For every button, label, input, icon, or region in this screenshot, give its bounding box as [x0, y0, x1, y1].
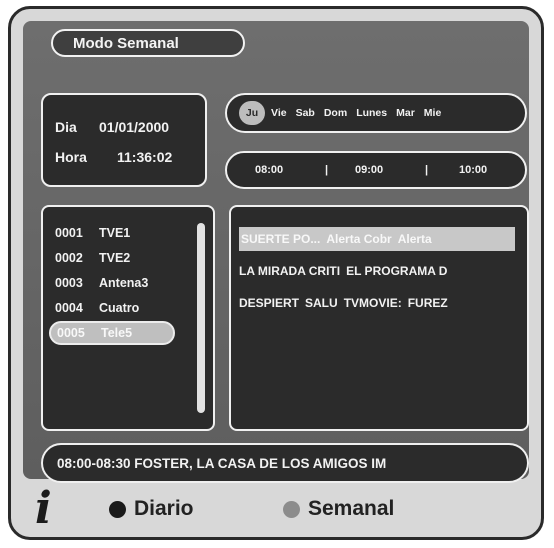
time-separator: |	[325, 164, 329, 176]
day-tab-mar[interactable]: Mar	[396, 107, 415, 119]
program-cell[interactable]: TVMOVIE:	[344, 296, 402, 310]
program-cell[interactable]: Alerta	[398, 232, 432, 246]
channel-item-selected[interactable]: 0005 Tele5	[49, 321, 175, 345]
black-dot-icon	[109, 500, 126, 518]
channel-name: Tele5	[101, 326, 133, 340]
program-cell[interactable]: SALU	[305, 296, 338, 310]
program-cell[interactable]: LA MIRADA CRITI	[239, 264, 340, 278]
day-tab-dom[interactable]: Dom	[324, 107, 347, 119]
program-row[interactable]: DESPIERT SALU TVMOVIE: FUREZ	[239, 291, 521, 315]
channel-number: 0002	[55, 251, 83, 265]
channel-name: Antena3	[99, 276, 149, 290]
footer-legend: i Diario Semanal	[11, 479, 541, 537]
diario-button[interactable]: Diario	[109, 497, 194, 521]
channel-item[interactable]: 0001 TVE1	[49, 221, 175, 245]
diario-label: Diario	[134, 497, 194, 520]
time-separator: |	[425, 164, 429, 176]
channel-item[interactable]: 0003 Antena3	[49, 271, 175, 295]
time-label: Hora	[55, 149, 87, 165]
day-tab-mie[interactable]: Mie	[424, 107, 442, 119]
program-cell[interactable]: EL PROGRAMA D	[346, 264, 447, 278]
timeline-bar: 08:00 | 09:00 | 10:00	[225, 151, 527, 189]
epg-frame: Modo Semanal Dia 01/01/2000 Hora 11:36:0…	[8, 6, 544, 540]
channel-name: TVE1	[99, 226, 131, 240]
channel-list: 0001 TVE1 0002 TVE2 0003 Antena3 0004 Cu…	[41, 205, 215, 431]
date-row: Dia 01/01/2000	[55, 119, 169, 135]
channel-item[interactable]: 0002 TVE2	[49, 246, 175, 270]
mode-title: Modo Semanal	[51, 29, 245, 57]
time-slot: 08:00	[255, 164, 284, 176]
day-tab-ju[interactable]: Ju	[239, 101, 265, 125]
time-slot: 10:00	[459, 164, 488, 176]
program-row[interactable]: LA MIRADA CRITI EL PROGRAMA D	[239, 259, 521, 283]
day-selector: Ju Vie Sab Dom Lunes Mar Mie	[225, 93, 527, 133]
day-tab-lunes[interactable]: Lunes	[356, 107, 387, 119]
channel-number: 0003	[55, 276, 83, 290]
date-label: Dia	[55, 119, 77, 135]
channel-number: 0001	[55, 226, 83, 240]
channel-number: 0005	[57, 326, 85, 340]
datetime-panel: Dia 01/01/2000 Hora 11:36:02	[41, 93, 207, 187]
semanal-label: Semanal	[308, 497, 395, 520]
program-row-highlighted[interactable]: SUERTE PO... Alerta Cobr Alerta	[239, 227, 515, 251]
time-value: 11:36:02	[117, 149, 173, 165]
program-cell[interactable]: FUREZ	[408, 296, 448, 310]
program-info-bar: 08:00-08:30 FOSTER, LA CASA DE LOS AMIGO…	[41, 443, 529, 483]
epg-screen: Modo Semanal Dia 01/01/2000 Hora 11:36:0…	[23, 21, 529, 483]
time-slot: 09:00	[355, 164, 384, 176]
channel-name: TVE2	[99, 251, 131, 265]
channel-scrollbar[interactable]	[197, 223, 205, 413]
channel-number: 0004	[55, 301, 83, 315]
date-value: 01/01/2000	[99, 119, 170, 135]
info-icon[interactable]: i	[35, 487, 52, 531]
semanal-button[interactable]: Semanal	[283, 497, 394, 521]
program-grid: SUERTE PO... Alerta Cobr Alerta LA MIRAD…	[229, 205, 529, 431]
program-cell[interactable]: Alerta Cobr	[326, 232, 391, 246]
day-tab-vie[interactable]: Vie	[271, 107, 287, 119]
program-cell[interactable]: SUERTE PO...	[241, 232, 320, 246]
channel-name: Cuatro	[99, 301, 140, 315]
channel-item[interactable]: 0004 Cuatro	[49, 296, 175, 320]
time-row: Hora 11:36:02	[55, 149, 172, 165]
program-cell[interactable]: DESPIERT	[239, 296, 299, 310]
gray-dot-icon	[283, 500, 300, 518]
day-tab-sab[interactable]: Sab	[296, 107, 315, 119]
